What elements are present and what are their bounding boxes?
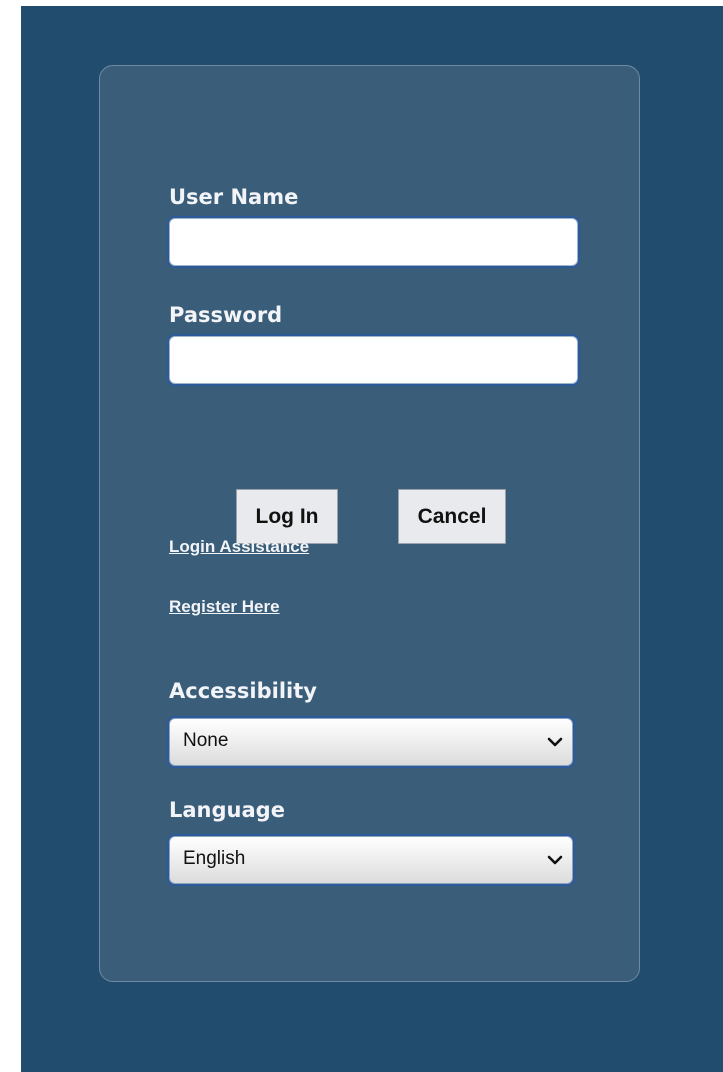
username-label: User Name — [169, 185, 299, 209]
login-page: User Name Password Log In Cancel Login A… — [21, 6, 723, 1072]
chevron-down-icon — [547, 737, 563, 747]
login-assistance-link[interactable]: Login Assistance — [169, 538, 309, 555]
language-select-value: English — [183, 848, 246, 869]
login-button[interactable]: Log In — [236, 489, 338, 544]
chevron-down-icon — [547, 855, 563, 865]
language-select[interactable]: English — [169, 836, 573, 884]
login-panel: User Name Password Log In Cancel Login A… — [99, 65, 640, 982]
accessibility-select-value: None — [183, 730, 229, 751]
password-input[interactable] — [169, 336, 578, 384]
cancel-button[interactable]: Cancel — [398, 489, 506, 544]
accessibility-select[interactable]: None — [169, 718, 573, 766]
password-label: Password — [169, 303, 283, 327]
username-input[interactable] — [169, 218, 578, 266]
language-label: Language — [169, 798, 285, 822]
register-link[interactable]: Register Here — [169, 598, 280, 615]
accessibility-label: Accessibility — [169, 679, 317, 703]
